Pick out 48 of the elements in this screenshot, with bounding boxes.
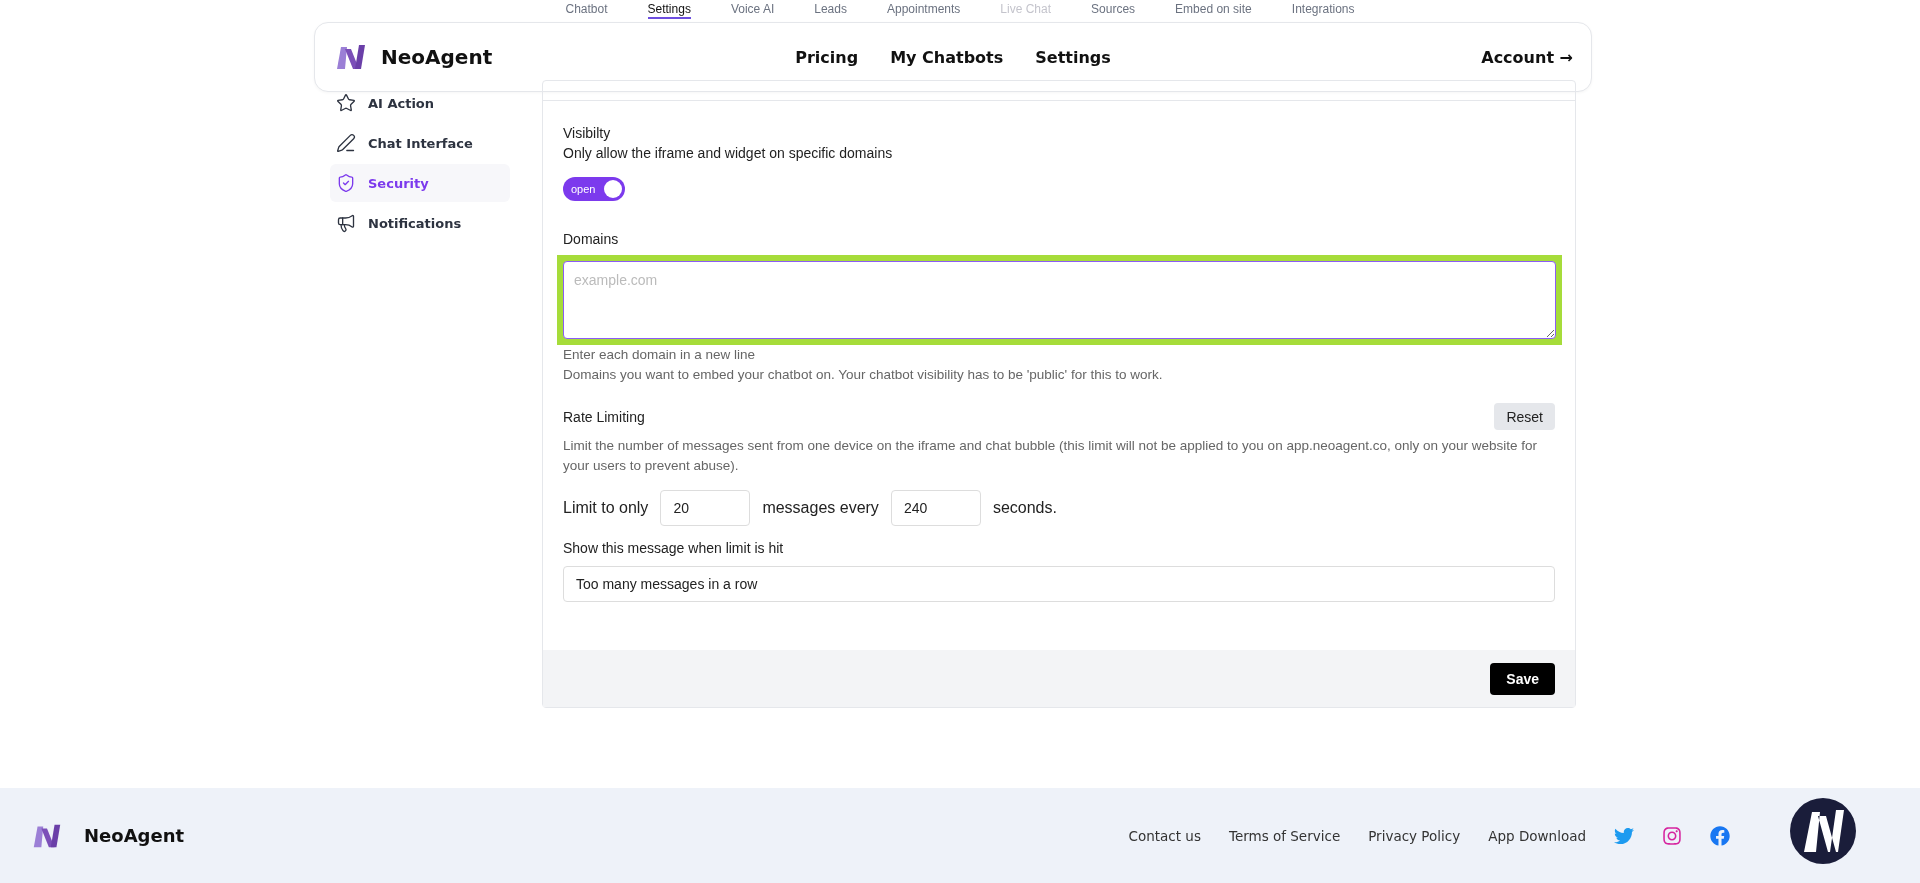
limit-message-field[interactable]: Too many messages in a row: [563, 566, 1555, 602]
instagram-icon[interactable]: [1662, 825, 1682, 846]
nav-link[interactable]: Pricing: [795, 47, 859, 67]
nav-tab[interactable]: Embed on site: [1175, 2, 1252, 19]
sidebar-item[interactable]: Chat Interface: [330, 124, 510, 162]
sidebar-item[interactable]: AI Action: [330, 84, 510, 122]
save-button[interactable]: Save: [1490, 662, 1555, 695]
sidebar-item[interactable]: Security: [330, 164, 510, 202]
footer-link[interactable]: Contact us: [1128, 827, 1201, 844]
shield-check-icon: [336, 173, 356, 193]
footer-link[interactable]: Terms of Service: [1228, 827, 1341, 844]
field-label: Visibilty: [563, 124, 612, 143]
limit-text: messages every: [762, 499, 879, 517]
sidebar-item[interactable]: Notifications: [330, 204, 510, 242]
footer-link[interactable]: App Download: [1488, 827, 1586, 844]
field-hint: Enter each domain in a new line: [563, 346, 757, 364]
megaphone-icon: [336, 213, 356, 233]
seconds-field[interactable]: 240: [890, 490, 981, 526]
field-label: Show this message when limit is hit: [563, 539, 785, 558]
footer-link[interactable]: Privacy Policy: [1368, 827, 1461, 844]
visibility-toggle[interactable]: open: [563, 177, 625, 201]
field-description: Only allow the iframe and widget on specific domains: [563, 144, 894, 163]
limit-text: Limit to only: [563, 499, 649, 517]
nav-link[interactable]: Settings: [1035, 47, 1111, 67]
nav-tab[interactable]: Sources: [1091, 2, 1136, 19]
nav-tab[interactable]: Integrations: [1291, 2, 1355, 19]
reset-button[interactable]: Reset: [1494, 403, 1555, 430]
field-note: Domains you want to embed your chatbot on. Your chatbot visibility has to be 'public' for this to work.: [563, 366, 1164, 384]
facebook-icon[interactable]: [1710, 825, 1730, 846]
account-link[interactable]: Account →: [1481, 47, 1573, 67]
brand-name: NeoAgent: [84, 825, 185, 846]
chat-launcher-icon[interactable]: [1790, 798, 1856, 864]
star-icon: [336, 93, 356, 113]
field-label: Rate Limiting: [563, 407, 645, 427]
nav-tab[interactable]: Leads: [814, 2, 847, 19]
nav-tab[interactable]: Appointments: [886, 2, 961, 19]
field-label: Domains: [563, 230, 620, 249]
nav-tab[interactable]: Voice AI: [730, 2, 775, 19]
nav-tab[interactable]: Chatbot: [565, 2, 608, 19]
messages-count-field[interactable]: 20: [660, 490, 751, 526]
nav-tab[interactable]: Settings: [647, 2, 691, 19]
brand-name: NeoAgent: [381, 45, 493, 69]
limit-text: seconds.: [992, 499, 1057, 517]
domains-field[interactable]: example.com: [563, 261, 1556, 339]
nav-link[interactable]: My Chatbots: [890, 47, 1004, 67]
field-description: Limit the number of messages sent from one device on the iframe and chat bubble (this limit will not be applied to you on app.neoagent.co, only on your website for your users to prevent abuse).: [563, 437, 1539, 475]
pen-icon: [336, 133, 356, 153]
twitter-icon[interactable]: [1614, 825, 1634, 846]
